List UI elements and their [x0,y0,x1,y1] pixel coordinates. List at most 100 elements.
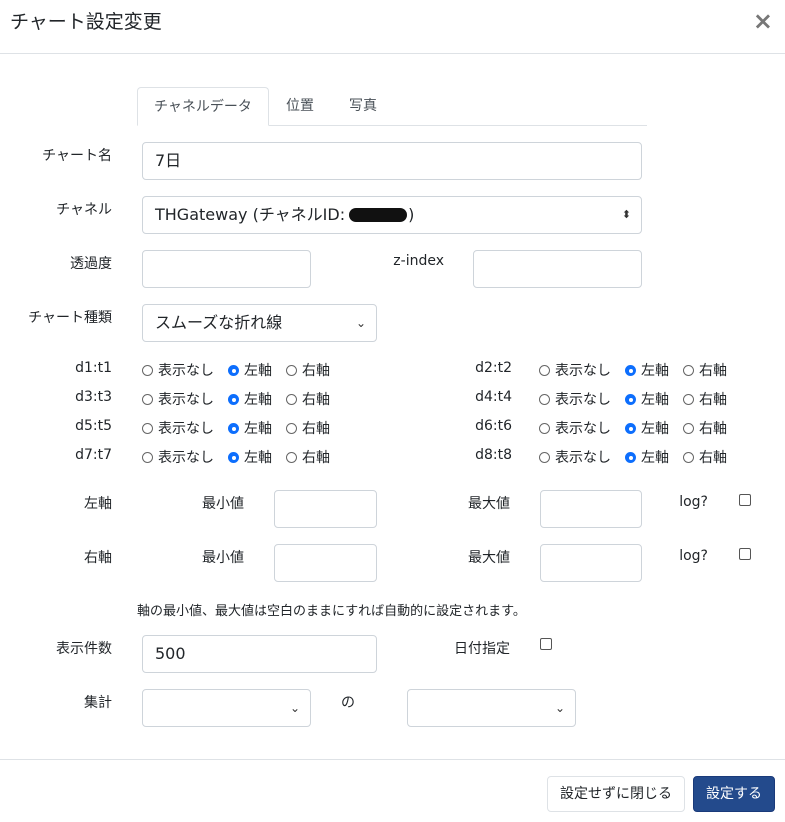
left-axis-label: 左軸 [84,496,112,512]
right-axis-label: 右軸 [84,550,112,566]
zindex-input[interactable] [473,250,642,288]
tab-position[interactable]: 位置 [270,87,330,125]
axis-radio-option[interactable]: 右軸 [286,447,330,467]
radio-label: 右軸 [699,421,727,437]
radio-button[interactable] [286,423,297,434]
save-settings-button[interactable]: 設定する [693,776,775,812]
axis-radio-option[interactable]: 左軸 [228,418,272,438]
axis-radio-option[interactable]: 表示なし [142,418,214,438]
radio-button[interactable] [683,423,694,434]
channel-label: チャネル [56,202,112,218]
channel-axis-label: d1:t1 [75,360,112,376]
radio-label: 表示なし [555,450,611,466]
radio-label: 表示なし [555,421,611,437]
chevron-down-icon: ⌄ [289,701,300,715]
radio-button[interactable] [286,452,297,463]
radio-button[interactable] [539,365,550,376]
right-axis-min-label: 最小値 [202,550,244,566]
count-input[interactable]: 500 [142,635,377,673]
radio-label: 表示なし [158,363,214,379]
axis-radio-option[interactable]: 左軸 [625,389,669,409]
radio-button[interactable] [625,394,636,405]
axis-radio-option[interactable]: 右軸 [286,360,330,380]
axis-radio-option[interactable]: 表示なし [539,447,611,467]
channel-value-suffix: ) [408,205,415,224]
radio-button[interactable] [625,423,636,434]
axis-radio-option[interactable]: 右軸 [683,360,727,380]
radio-label: 表示なし [158,450,214,466]
radio-label: 左軸 [641,450,669,466]
radio-button[interactable] [228,365,239,376]
radio-button[interactable] [539,452,550,463]
opacity-label: 透過度 [70,256,112,272]
axis-radio-option[interactable]: 右軸 [683,447,727,467]
axis-radio-option[interactable]: 右軸 [286,389,330,409]
close-icon[interactable]: × [753,8,773,34]
radio-button[interactable] [228,394,239,405]
axis-radio-option[interactable]: 右軸 [683,418,727,438]
axis-radio-option[interactable]: 表示なし [539,418,611,438]
aggregate-label: 集計 [84,695,112,711]
chevron-down-icon: ⌄ [554,701,565,715]
chart-type-select[interactable]: スムーズな折れ線 ⌄ [142,304,377,342]
radio-label: 右軸 [699,363,727,379]
left-axis-log-checkbox[interactable] [739,494,751,506]
axis-radio-option[interactable]: 表示なし [539,389,611,409]
aggregate-connector: の [341,695,355,711]
channel-axis-label: d2:t2 [475,360,512,376]
left-axis-min-input[interactable] [274,490,377,528]
radio-label: 表示なし [158,392,214,408]
channel-axis-label: d3:t3 [75,389,112,405]
zindex-label: z-index [393,253,444,269]
right-axis-log-checkbox[interactable] [739,548,751,560]
radio-button[interactable] [142,365,153,376]
radio-button[interactable] [683,365,694,376]
radio-button[interactable] [286,394,297,405]
aggregate-select-1[interactable]: ⌄ [142,689,311,727]
axis-radio-option[interactable]: 左軸 [228,447,272,467]
radio-button[interactable] [539,423,550,434]
radio-button[interactable] [683,452,694,463]
right-axis-max-input[interactable] [540,544,642,582]
radio-button[interactable] [625,365,636,376]
opacity-input[interactable] [142,250,311,288]
close-without-save-button[interactable]: 設定せずに閉じる [547,776,685,812]
right-axis-min-input[interactable] [274,544,377,582]
aggregate-select-2[interactable]: ⌄ [407,689,576,727]
radio-button[interactable] [228,423,239,434]
tab-channel-data[interactable]: チャネルデータ [137,87,269,126]
radio-button[interactable] [142,394,153,405]
tab-photo[interactable]: 写真 [333,87,393,125]
left-axis-log-label: log? [679,494,708,510]
radio-button[interactable] [539,394,550,405]
axis-radio-option[interactable]: 左軸 [228,360,272,380]
date-spec-checkbox[interactable] [540,638,552,650]
axis-radio-option[interactable]: 表示なし [539,360,611,380]
axis-radio-option[interactable]: 表示なし [142,389,214,409]
axis-radio-option[interactable]: 表示なし [142,360,214,380]
tab-label: 位置 [286,98,314,114]
axis-radio-option[interactable]: 右軸 [286,418,330,438]
radio-button[interactable] [286,365,297,376]
chart-name-input[interactable]: 7日 [142,142,642,180]
radio-label: 右軸 [699,450,727,466]
axis-radio-option[interactable]: 右軸 [683,389,727,409]
channel-select[interactable]: THGateway (チャネルID:) ⬍ [142,196,642,234]
axis-radio-option[interactable]: 左軸 [625,418,669,438]
axis-radio-option[interactable]: 左軸 [625,447,669,467]
radio-button[interactable] [142,423,153,434]
radio-button[interactable] [683,394,694,405]
axis-radio-option[interactable]: 左軸 [625,360,669,380]
radio-button[interactable] [142,452,153,463]
channel-value-prefix: THGateway (チャネルID: [155,205,346,224]
radio-label: 左軸 [244,392,272,408]
radio-button[interactable] [228,452,239,463]
radio-button[interactable] [625,452,636,463]
radio-label: 左軸 [641,421,669,437]
channel-axis-label: d6:t6 [475,418,512,434]
axis-radio-option[interactable]: 表示なし [142,447,214,467]
axis-radio-option[interactable]: 左軸 [228,389,272,409]
radio-label: 右軸 [302,363,330,379]
left-axis-max-input[interactable] [540,490,642,528]
channel-axis-label: d7:t7 [75,447,112,463]
